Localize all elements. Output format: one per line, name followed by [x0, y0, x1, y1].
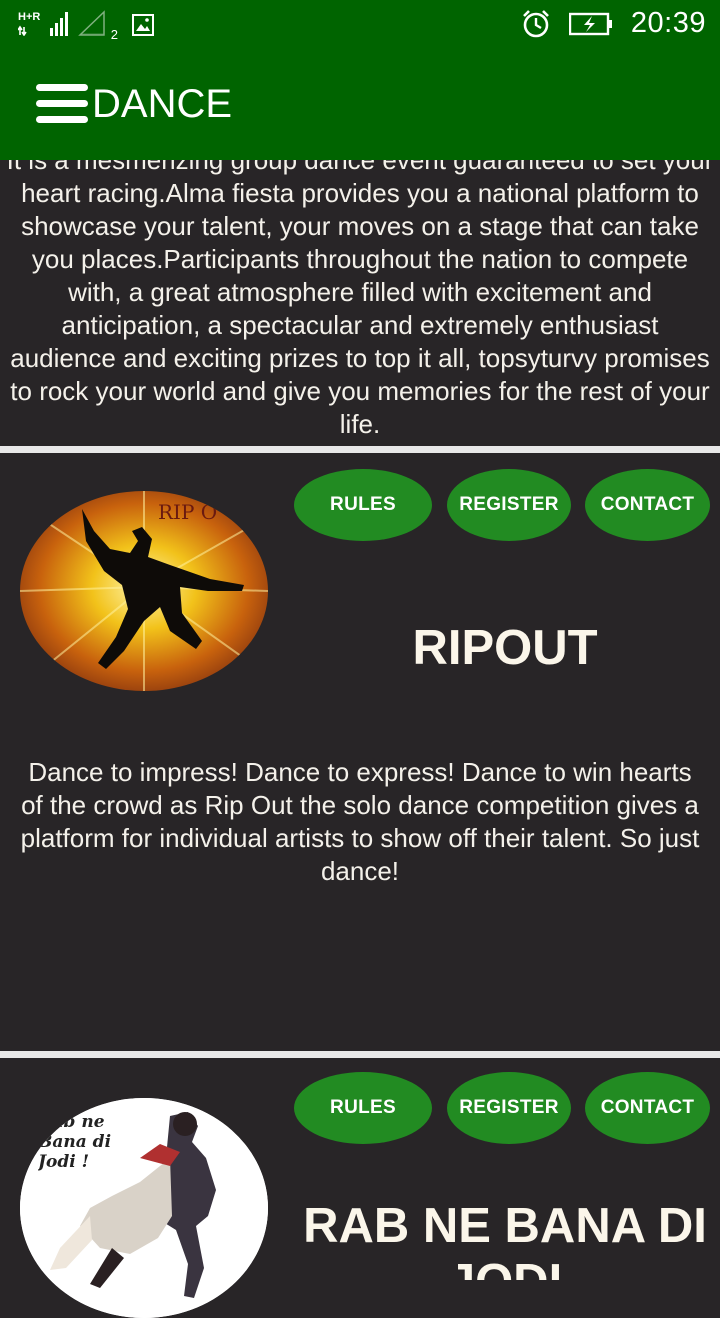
- logo-text: Rab ne Bana di Jodi !: [38, 1112, 112, 1172]
- register-button[interactable]: REGISTER: [447, 469, 571, 541]
- rules-button[interactable]: RULES: [294, 469, 432, 541]
- contact-button[interactable]: CONTACT: [585, 469, 710, 541]
- sim2-signal-icon: 2: [78, 10, 118, 42]
- event-description: Dance to impress! Dance to express! Danc…: [20, 757, 700, 886]
- signal-strength-icon: [50, 10, 68, 36]
- event-card-rab-ne-bana-di-jodi: Rab ne Bana di Jodi ! RULES REGISTER CON…: [0, 1058, 720, 1318]
- divider: [0, 1051, 720, 1058]
- status-bar: H+R 2 20:39: [0, 0, 720, 50]
- rules-button[interactable]: RULES: [294, 1072, 432, 1144]
- menu-icon[interactable]: [36, 84, 88, 124]
- intro-description: It is a mesmerizing group dance event gu…: [0, 150, 720, 446]
- rab-ne-bana-di-jodi-logo: Rab ne Bana di Jodi !: [20, 1098, 268, 1318]
- event-title: RAB NE BANA DI JODI: [303, 1199, 707, 1280]
- register-button[interactable]: REGISTER: [447, 1072, 571, 1144]
- alarm-icon: [523, 9, 549, 37]
- page-title: DANCE: [92, 82, 233, 126]
- status-time: 20:39: [630, 7, 706, 39]
- divider: [0, 446, 720, 453]
- network-type-icon: H+R: [18, 10, 40, 36]
- ripout-logo: RIP O: [20, 491, 268, 691]
- image-notification-icon: [132, 14, 154, 36]
- event-title: RIPOUT: [412, 621, 598, 675]
- contact-button[interactable]: CONTACT: [585, 1072, 710, 1144]
- app-bar: DANCE: [0, 50, 720, 160]
- sim-slot-number: 2: [110, 27, 118, 42]
- battery-charging-icon: [568, 12, 612, 35]
- event-card-ripout: RIP O RULES REGISTER CONTACT RIPOUT Danc…: [0, 453, 720, 1053]
- ripout-logo-text: RIP O: [158, 500, 217, 524]
- intro-text: It is a mesmerizing group dance event gu…: [6, 150, 714, 439]
